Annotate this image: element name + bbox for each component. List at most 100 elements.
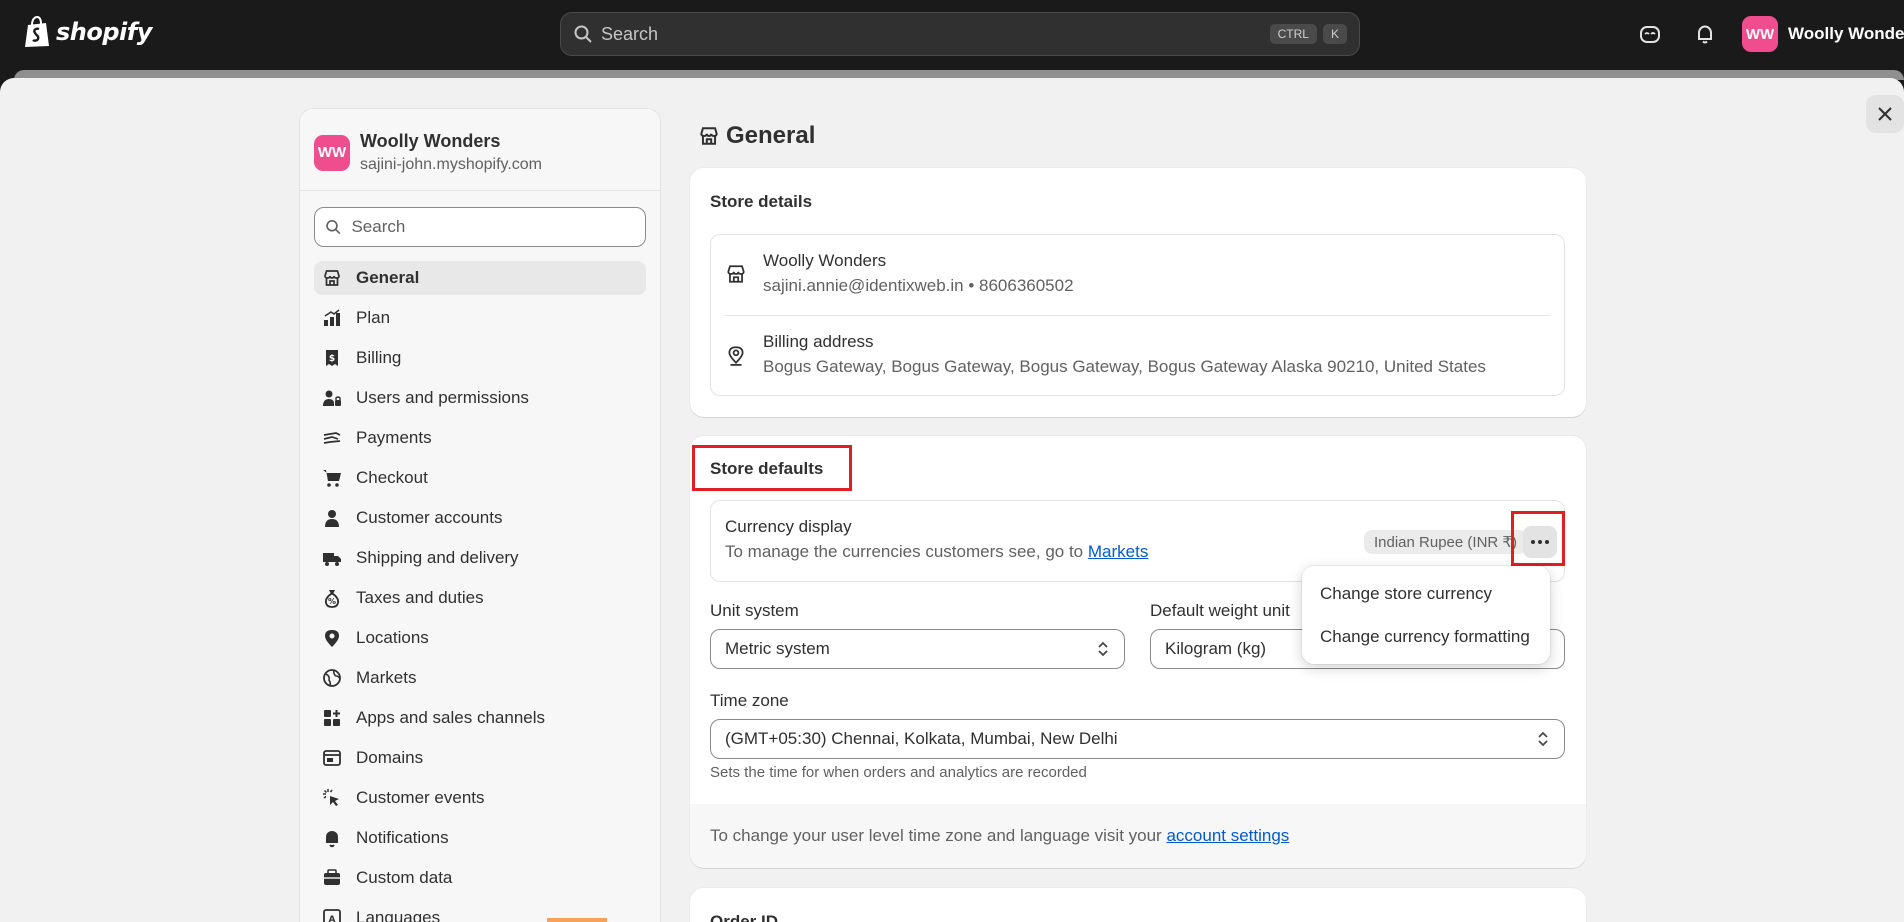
global-search-placeholder: Search [601, 23, 659, 44]
unit-system-value: Metric system [725, 639, 830, 658]
sidebar-item-label: Markets [356, 668, 417, 687]
user-store-name: Woolly Wonders [1788, 24, 1904, 43]
highlight-more-actions [1511, 511, 1565, 566]
store-icon [700, 127, 718, 145]
sidebar-item-general[interactable]: General [314, 261, 646, 295]
domains-icon [323, 750, 341, 766]
markets-link[interactable]: Markets [1088, 542, 1148, 561]
sidebar-item-markets[interactable]: Markets [314, 661, 646, 695]
sidebar-item-taxes-and-duties[interactable]: % Taxes and duties [314, 581, 646, 615]
search-icon [574, 25, 592, 43]
money-bag-icon: % [324, 590, 340, 608]
sidebar-item-label: Languages [356, 908, 441, 922]
sidebar-item-label: Customer events [356, 788, 485, 807]
currency-display-title: Currency display [725, 517, 852, 536]
sidebar-item-label: Plan [356, 308, 391, 327]
page-title: General [698, 122, 815, 150]
sidebar-item-label: Apps and sales channels [356, 708, 546, 727]
store-profile-row[interactable]: Woolly Wonders sajini.annie@identixweb.i… [725, 251, 1074, 296]
store-icon [727, 264, 745, 283]
search-icon [326, 220, 341, 235]
shortcut-key-k: K [1322, 24, 1347, 44]
highlight-store-defaults [692, 445, 852, 491]
person-icon [325, 510, 339, 527]
sidebar-item-label: Users and permissions [356, 388, 529, 407]
sidebar-item-payments[interactable]: Payments [314, 421, 646, 455]
sidebar-item-apps-and-sales-channels[interactable]: Apps and sales channels [314, 701, 646, 735]
order-id-card: Order ID [690, 888, 1586, 922]
shopify-bag-icon [25, 16, 49, 47]
sidebar-item-billing[interactable]: $ Billing [314, 341, 646, 375]
sidebar-item-label: Shipping and delivery [356, 548, 519, 567]
billing-address-label: Billing address [763, 332, 874, 351]
sidebar-item-domains[interactable]: Domains [314, 741, 646, 775]
sidebar-item-plan[interactable]: Plan [314, 301, 646, 335]
settings-search[interactable] [314, 207, 646, 247]
unit-system-select[interactable]: Metric system [710, 629, 1125, 669]
sidebar-item-label: Locations [356, 628, 429, 647]
user-menu[interactable]: WW Woolly Wonders [1742, 16, 1904, 52]
account-settings-link[interactable]: account settings [1166, 826, 1289, 845]
svg-text:$: $ [329, 354, 335, 364]
sidekick-button[interactable] [1636, 20, 1664, 48]
sidebar-item-users-and-permissions[interactable]: Users and permissions [314, 381, 646, 415]
plan-icon [324, 309, 340, 326]
sidebar-item-label: Billing [356, 348, 402, 367]
shopify-wordmark: shopify [56, 18, 152, 46]
sidebar-item-label: Taxes and duties [356, 588, 484, 607]
truck-icon [323, 553, 341, 566]
store-details-title: Store details [710, 192, 813, 211]
sidebar-item-notifications[interactable]: Notifications [314, 821, 646, 855]
sidebar-item-locations[interactable]: Locations [314, 621, 646, 655]
sidekick-icon [1640, 26, 1660, 43]
sidebar-store-name: Woolly Wonders [360, 131, 501, 151]
sidebar-item-custom-data[interactable]: Custom data [314, 861, 646, 895]
shortcut-key-ctrl: CTRL [1269, 24, 1317, 44]
close-icon [1878, 107, 1892, 121]
bell-icon [326, 831, 338, 848]
sidebar-item-label: Custom data [356, 868, 453, 887]
settings-nav: General Plan $ Billing Users and permiss… [300, 261, 660, 922]
language-icon: A [323, 909, 341, 922]
store-profile-contact: sajini.annie@identixweb.in • 8606360502 [763, 276, 1074, 295]
apps-icon [324, 710, 340, 726]
globe-icon [323, 669, 341, 687]
sidebar-item-label: Domains [356, 748, 424, 767]
store-details-card: Store details Woolly Wonders sajini.anni… [690, 168, 1586, 417]
settings-search-input[interactable] [351, 217, 635, 237]
select-chevron-icon [1538, 731, 1548, 747]
sidebar-item-customer-events[interactable]: Customer events [314, 781, 646, 815]
change-currency-formatting-item[interactable]: Change currency formatting [1308, 615, 1544, 658]
store-defaults-footer: To change your user level time zone and … [690, 804, 1586, 868]
time-zone-value: (GMT+05:30) Chennai, Kolkata, Mumbai, Ne… [725, 729, 1118, 748]
svg-text:%: % [328, 597, 336, 606]
store-details-box[interactable]: Woolly Wonders sajini.annie@identixweb.i… [710, 234, 1565, 396]
currency-actions-popover: Change store currency Change currency fo… [1302, 566, 1550, 664]
store-profile-name: Woolly Wonders [763, 251, 887, 270]
weight-unit-value: Kilogram (kg) [1165, 639, 1267, 658]
shopify-logo[interactable]: shopify [24, 16, 152, 48]
sidebar-item-label: Payments [356, 428, 432, 447]
change-store-currency-item[interactable]: Change store currency [1308, 572, 1544, 615]
cart-icon [323, 470, 341, 487]
global-search[interactable]: Search CTRL K [560, 12, 1360, 56]
time-zone-select[interactable]: (GMT+05:30) Chennai, Kolkata, Mumbai, Ne… [710, 719, 1565, 759]
currency-display-desc-wrap: To manage the currencies customers see, … [725, 542, 1148, 562]
store-switcher[interactable]: WW Woolly Wonders sajini-john.myshopify.… [300, 109, 660, 191]
billing-address-row[interactable]: Billing address Bogus Gateway, Bogus Gat… [725, 332, 1486, 377]
select-chevron-icon [1098, 641, 1108, 657]
settings-sidebar: WW Woolly Wonders sajini-john.myshopify.… [299, 108, 661, 922]
sidebar-item-shipping-and-delivery[interactable]: Shipping and delivery [314, 541, 646, 575]
order-id-title: Order ID [710, 912, 779, 922]
sidebar-item-label: Notifications [356, 828, 449, 847]
user-avatar: WW [1742, 16, 1778, 52]
sidebar-item-customer-accounts[interactable]: Customer accounts [314, 501, 646, 535]
search-shortcut: CTRL K [1269, 24, 1347, 44]
page-title-text: General [726, 122, 816, 149]
details-divider [725, 315, 1550, 316]
footer-text: To change your user level time zone and … [710, 826, 1162, 845]
close-settings-button[interactable] [1866, 95, 1904, 133]
sidebar-item-checkout[interactable]: Checkout [314, 461, 646, 495]
svg-text:A: A [329, 915, 336, 922]
notifications-button[interactable] [1691, 20, 1719, 48]
